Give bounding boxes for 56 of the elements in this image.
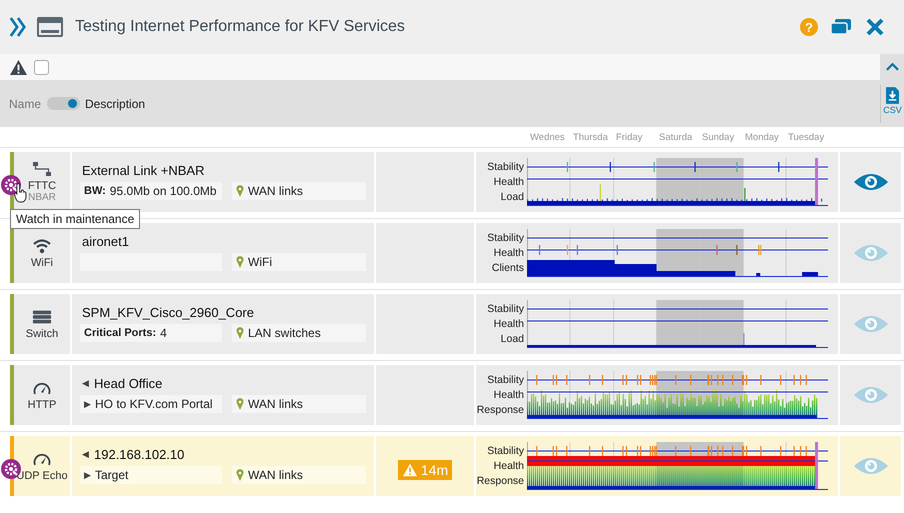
detail-value: Target bbox=[95, 468, 128, 482]
chart-label: Stability bbox=[487, 372, 524, 388]
collapse-marker[interactable]: ◀ bbox=[82, 449, 89, 459]
monitor-subtype: NBAR bbox=[28, 192, 56, 203]
chart-label: Response bbox=[476, 402, 524, 418]
day-label: Saturda bbox=[659, 132, 694, 142]
monitor-row[interactable]: HTTP ◀ Head Office ▶ HO to KFV.com Portal WAN links Stability Health Response bbox=[10, 365, 901, 425]
detail-value: HO to KFV.com Portal bbox=[95, 397, 213, 411]
chart-label: Health bbox=[494, 458, 524, 474]
day-label: Thursda bbox=[573, 132, 609, 142]
detail-value: 4 bbox=[160, 326, 167, 340]
chart-label: Health bbox=[494, 316, 524, 332]
expand-marker[interactable]: ▶ bbox=[84, 399, 91, 409]
monitor-name[interactable]: 192.168.102.10 bbox=[94, 446, 184, 462]
chart-label: Load bbox=[500, 190, 524, 204]
chart-label: Load bbox=[500, 332, 524, 346]
monitor-type: WiFi bbox=[31, 256, 53, 268]
monitor-name[interactable]: External Link +NBAR bbox=[82, 162, 204, 178]
tooltip: Watch in maintenance bbox=[10, 209, 140, 229]
group-field[interactable]: WAN links bbox=[232, 395, 366, 413]
day-label: Wednes bbox=[530, 132, 566, 142]
day-label: Monday bbox=[745, 132, 780, 142]
chart-label: Stability bbox=[487, 444, 524, 458]
chart-label: Clients bbox=[492, 260, 524, 276]
monitor-type: FTTC bbox=[28, 180, 56, 192]
monitor-type: HTTP bbox=[28, 398, 56, 410]
detail-value: 95.0Mb on 100.0Mb bbox=[110, 184, 217, 198]
chart-label: Stability bbox=[487, 230, 524, 246]
monitor-type: Switch bbox=[26, 328, 58, 340]
chart-label: Stability bbox=[487, 302, 524, 316]
collapse-marker[interactable]: ◀ bbox=[82, 378, 89, 388]
toggle-label: Description bbox=[85, 96, 146, 110]
group-field[interactable]: WAN links bbox=[232, 466, 366, 484]
monitor-name[interactable]: SPM_KFV_Cisco_2960_Core bbox=[82, 304, 254, 320]
chart-label: Response bbox=[476, 474, 524, 488]
monitor-row[interactable]: FTTC NBAR External Link +NBAR BW: 95.0Mb on 100.0Mb WAN links Stability Health Load bbox=[10, 152, 901, 212]
monitor-name[interactable]: Head Office bbox=[94, 376, 162, 390]
chart-label: Health bbox=[494, 246, 524, 260]
csv-export-button[interactable]: CSV bbox=[880, 84, 904, 122]
monitor-name[interactable]: aironet1 bbox=[82, 234, 129, 248]
group-field[interactable]: LAN switches bbox=[232, 324, 366, 342]
day-label: Sunday bbox=[702, 132, 736, 142]
group-field[interactable]: WiFi bbox=[232, 253, 366, 271]
group-field[interactable]: WAN links bbox=[232, 182, 366, 200]
detail-label: BW: bbox=[84, 185, 106, 197]
toggle-label: Name bbox=[9, 96, 42, 110]
monitor-row[interactable]: Switch SPM_KFV_Cisco_2960_Core Critical Ports: 4 LAN switches Stability Health Load bbox=[10, 294, 901, 354]
window-title: Testing Internet Performance for KFV Services bbox=[75, 18, 405, 36]
expand-marker[interactable]: ▶ bbox=[84, 470, 91, 480]
chart-label: Stability bbox=[487, 160, 524, 174]
chart-label: Health bbox=[494, 174, 524, 190]
detail-label: Critical Ports: bbox=[84, 327, 156, 339]
monitor-row[interactable]: WiFi aironet1 WiFi Stability Health Clients bbox=[10, 223, 901, 283]
chart-label: Health bbox=[494, 388, 524, 402]
day-label: Tuesday bbox=[788, 132, 826, 142]
day-label: Friday bbox=[616, 132, 644, 142]
